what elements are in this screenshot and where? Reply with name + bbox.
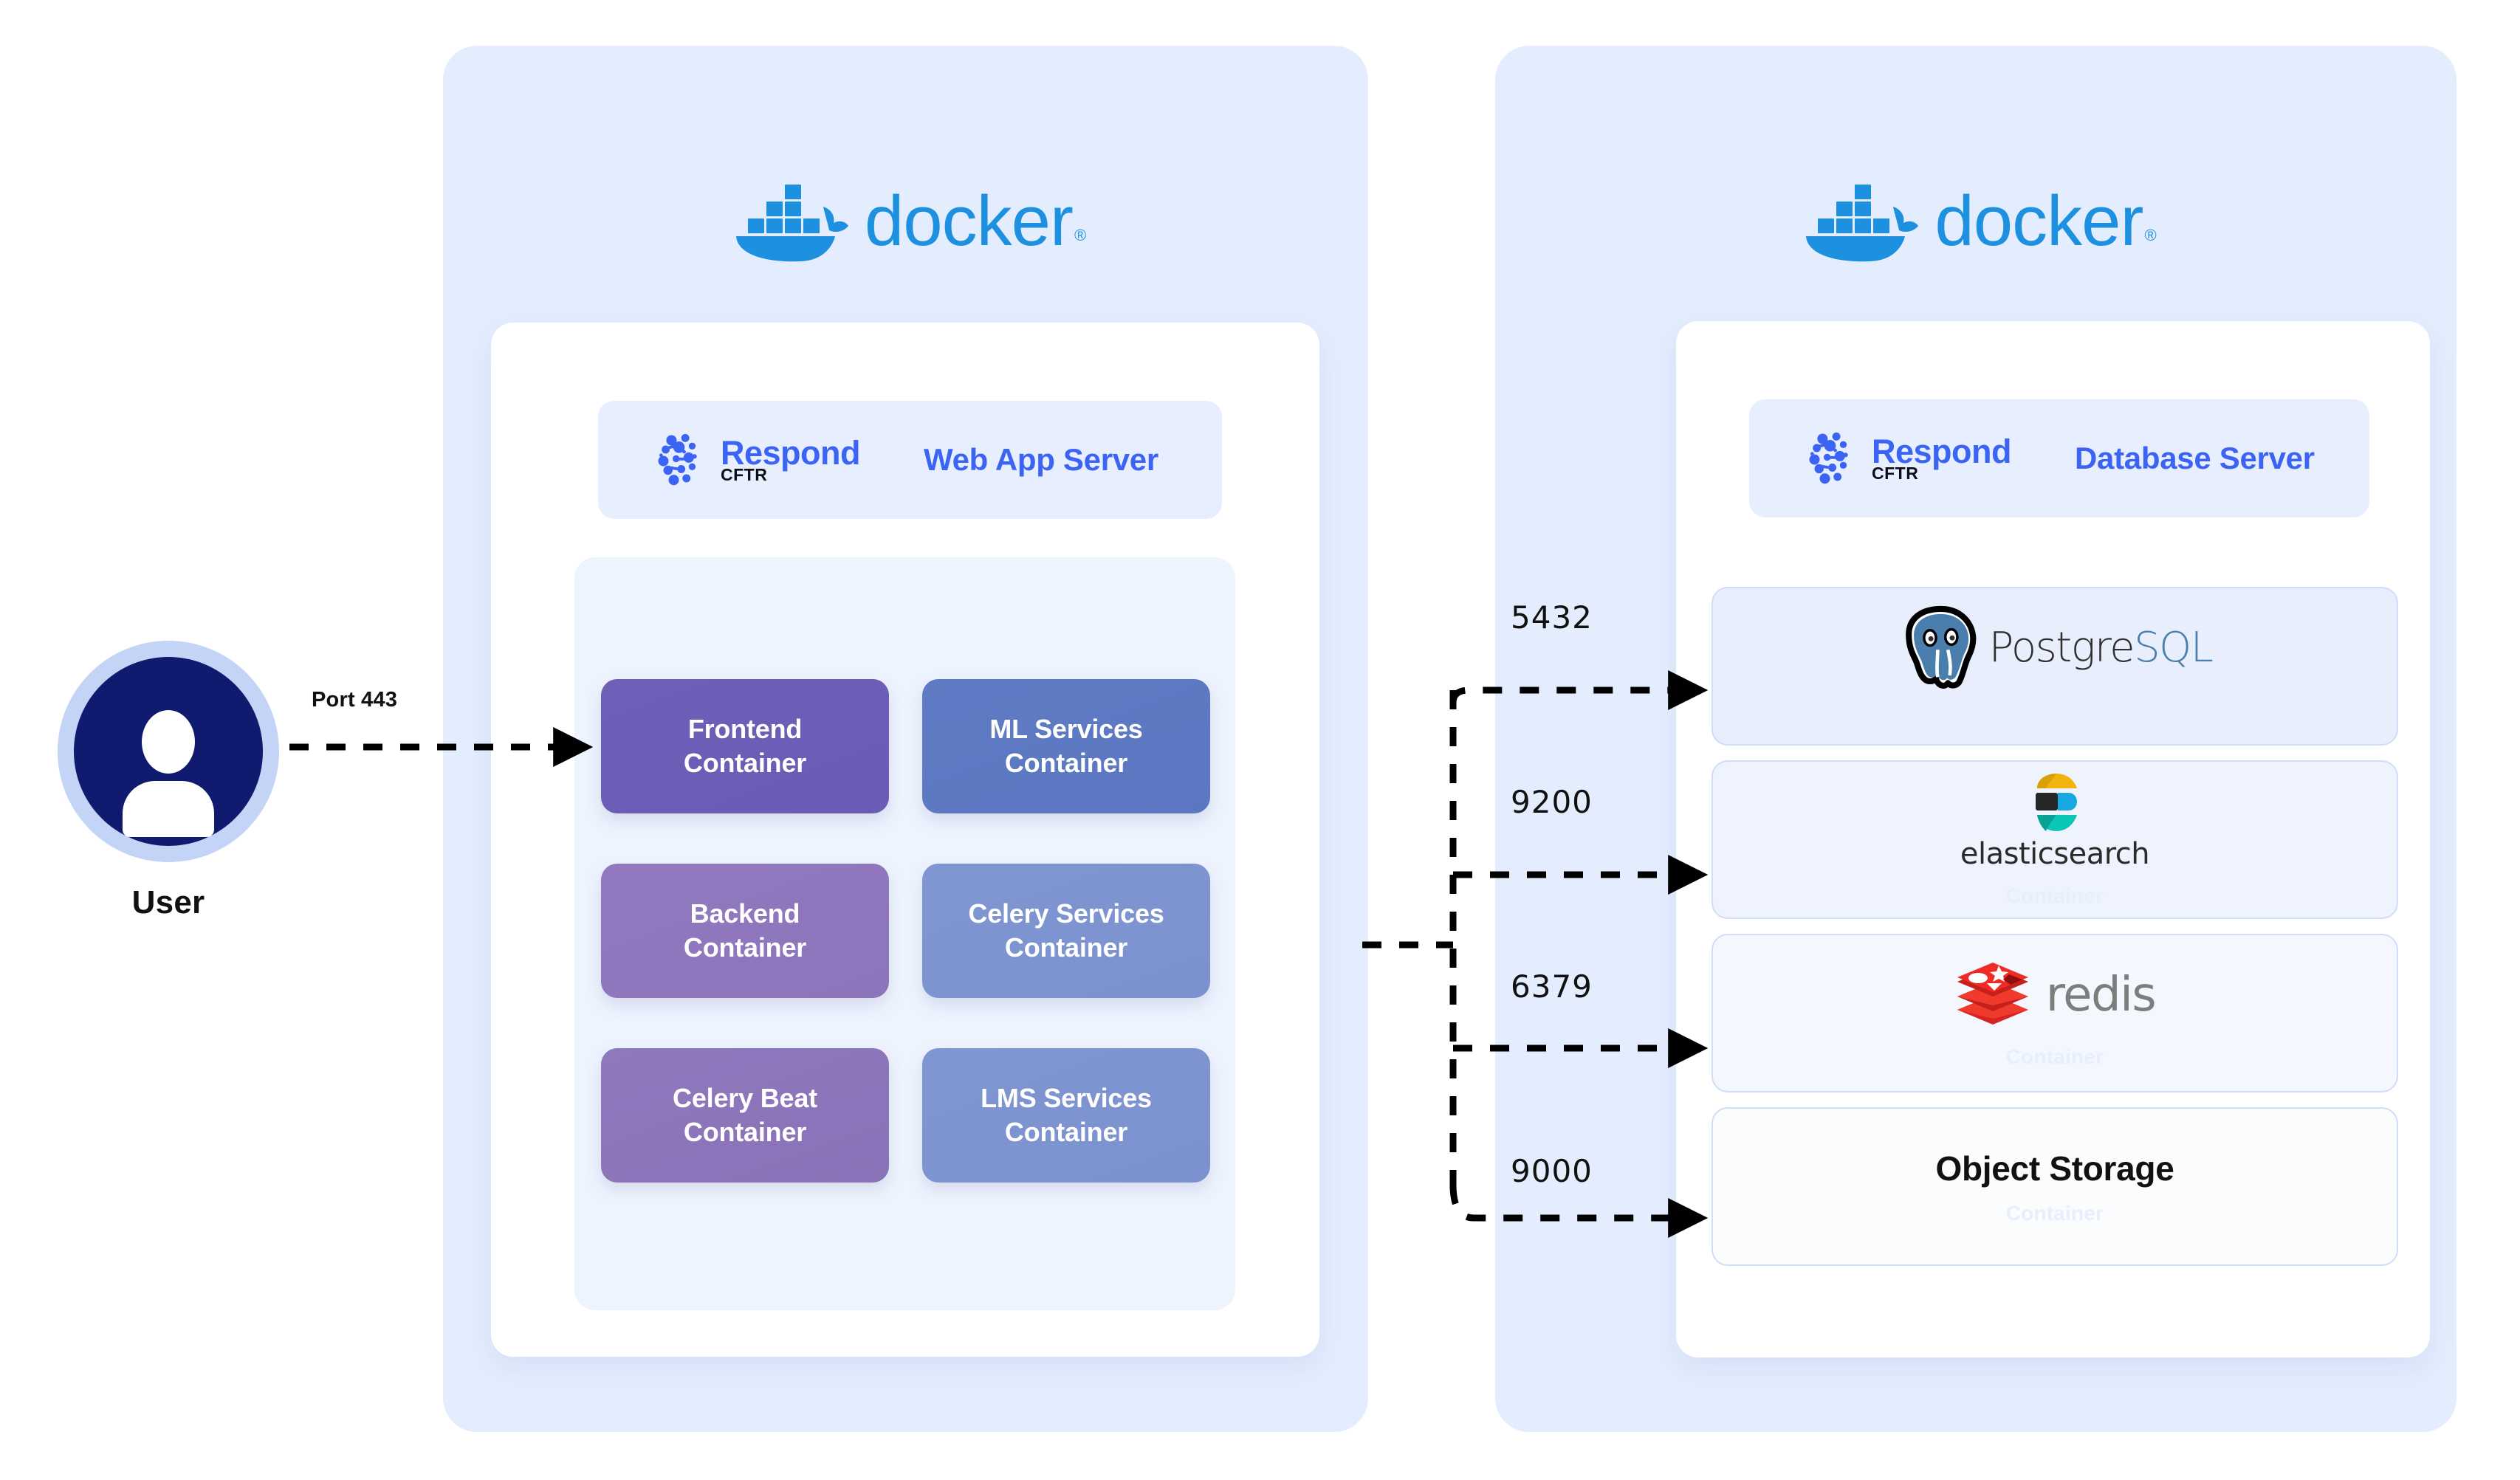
postgresql-wordmark: PostgreSQL [1988, 624, 2214, 672]
respond-cftr-logo-icon [1809, 432, 1848, 484]
elasticsearch-logo-icon [2035, 773, 2077, 831]
redis-stack-icon [1957, 962, 2028, 1025]
user-body-icon [123, 781, 214, 837]
container-card-backend-line2: Container [683, 932, 807, 963]
docker-whale-icon [735, 185, 848, 262]
container-card-celery-services-line1: Celery Services [968, 898, 1164, 929]
service-card-redis[interactable]: redis Container [1712, 934, 2398, 1092]
user-head-icon [142, 710, 195, 774]
redis-lockup: redis [1954, 958, 2157, 1032]
user-label: User [131, 884, 205, 920]
container-card-lms-services-line1: LMS Services [981, 1082, 1152, 1113]
avatar-disc [74, 657, 263, 846]
container-card-celery-beat[interactable]: Celery Beat Container [601, 1048, 889, 1183]
container-card-celery-services-text: Celery Services Container [968, 897, 1164, 965]
respond-brand-lockup: Respond CFTR [654, 431, 861, 489]
service-card-object-storage-caption: Container [2005, 1201, 2104, 1225]
docker-wordmark-text: docker [864, 182, 1074, 261]
database-server-header: Respond CFTR Database Server [1749, 399, 2369, 517]
web-app-server-header: Respond CFTR Web App Server [598, 401, 1222, 519]
service-card-redis-caption: Container [2005, 1044, 2104, 1068]
postgresql-wordmark-accent: SQL [2134, 624, 2214, 672]
elasticsearch-wordmark: elasticsearch [1960, 836, 2150, 871]
service-card-elasticsearch[interactable]: elasticsearch Container [1712, 760, 2398, 919]
container-card-backend-line1: Backend [690, 898, 800, 929]
container-card-celery-services[interactable]: Celery Services Container [922, 864, 1210, 998]
container-card-ml-services-text: ML Services Container [989, 712, 1142, 780]
docker-wordmark-text: docker [1934, 182, 2143, 261]
respond-brand-lockup: Respond CFTR [1805, 430, 2012, 487]
postgresql-elephant-icon [1905, 605, 1976, 689]
docker-wordmark: docker® [865, 186, 1086, 257]
architecture-diagram: User Port 443 docker® Respond CFTR Web A… [0, 0, 2520, 1480]
connector-web-to-db-trunk [1362, 690, 1457, 1197]
registered-mark: ® [1074, 226, 1086, 244]
object-storage-title: Object Storage [1935, 1149, 2174, 1188]
port-label-6379: 6379 [1511, 968, 1593, 1005]
respond-brand-text: Respond CFTR [721, 436, 861, 483]
registered-mark: ® [2144, 226, 2156, 244]
postgresql-wordmark-dark: Postgre [1988, 624, 2135, 672]
redis-wordmark: redis [2045, 967, 2157, 1022]
docker-logo: docker® [1495, 177, 2457, 266]
elasticsearch-lockup: elasticsearch [1960, 772, 2150, 871]
respond-cftr-logo-icon [658, 433, 697, 486]
container-card-celery-services-line2: Container [1004, 932, 1128, 963]
port-label-9000: 9000 [1511, 1153, 1593, 1189]
container-card-backend-text: Backend Container [684, 897, 806, 965]
container-card-celery-beat-text: Celery Beat Container [673, 1081, 817, 1149]
service-card-object-storage[interactable]: Object Storage Container [1712, 1107, 2398, 1266]
service-card-postgresql-caption: Container [2005, 705, 2104, 729]
service-card-elasticsearch-caption: Container [2005, 884, 2104, 907]
container-card-frontend[interactable]: Frontend Container [601, 679, 889, 813]
user-avatar [58, 641, 279, 862]
container-card-lms-services-text: LMS Services Container [981, 1081, 1152, 1149]
container-card-lms-services[interactable]: LMS Services Container [922, 1048, 1210, 1183]
container-card-lms-services-line2: Container [1004, 1117, 1128, 1147]
container-card-celery-beat-line2: Container [683, 1117, 807, 1147]
port-label-9200: 9200 [1511, 784, 1593, 820]
container-card-ml-services-line2: Container [1004, 748, 1128, 778]
database-server-title: Database Server [2075, 441, 2315, 475]
container-card-backend[interactable]: Backend Container [601, 864, 889, 998]
docker-whale-icon [1806, 185, 1919, 262]
respond-brand-text: Respond CFTR [1872, 435, 2012, 482]
port-443-label: Port 443 [312, 688, 398, 712]
web-app-server-title: Web App Server [924, 442, 1158, 477]
postgresql-lockup: PostgreSQL [1898, 604, 2214, 692]
container-card-frontend-line2: Container [683, 748, 807, 778]
docker-logo: docker® [443, 177, 1368, 266]
container-card-celery-beat-line1: Celery Beat [673, 1082, 817, 1113]
container-card-frontend-line1: Frontend [687, 713, 803, 744]
container-card-frontend-text: Frontend Container [684, 712, 806, 780]
port-label-5432: 5432 [1511, 599, 1593, 636]
container-card-ml-services[interactable]: ML Services Container [922, 679, 1210, 813]
service-card-postgresql[interactable]: PostgreSQL Container [1712, 587, 2398, 746]
docker-wordmark: docker® [1934, 186, 2156, 257]
container-card-ml-services-line1: ML Services [989, 713, 1143, 744]
